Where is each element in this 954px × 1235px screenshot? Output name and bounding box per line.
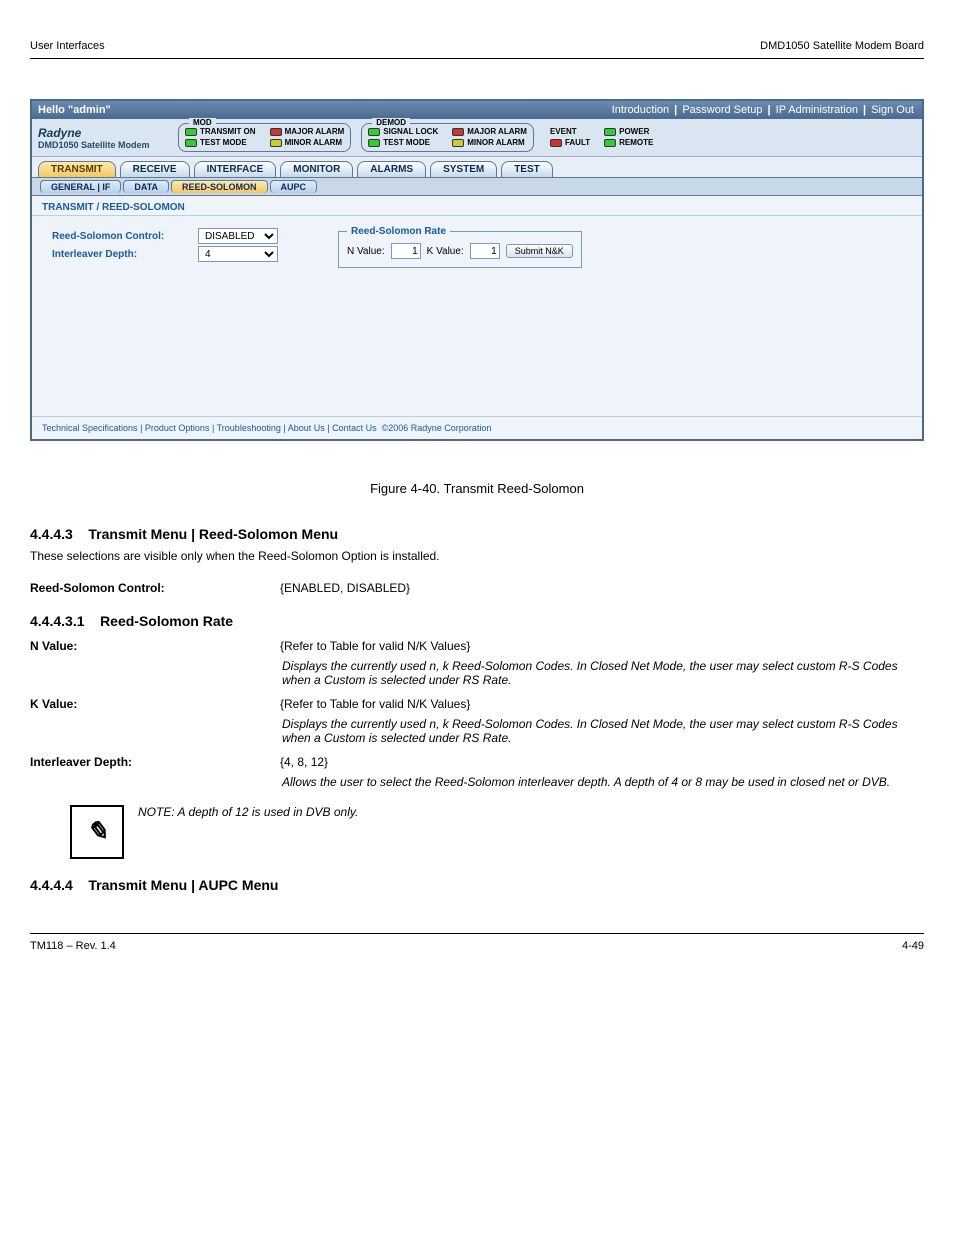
figure-caption: Figure 4-40. Transmit Reed-Solomon <box>30 481 924 496</box>
def-n-value: N Value: {Refer to Table for valid N/K V… <box>30 639 924 687</box>
top-nav-links: Introduction | Password Setup | IP Admin… <box>610 104 916 116</box>
interleaver-label: Interleaver Depth: <box>52 249 192 260</box>
sub-tabs: GENERAL | IF DATA REED-SOLOMON AUPC <box>32 177 922 196</box>
note-text: NOTE: A depth of 12 is used in DVB only. <box>138 805 358 819</box>
mod-status-group: MOD TRANSMIT ON TEST MODE MAJOR ALARM MI… <box>178 123 351 152</box>
link-troubleshooting[interactable]: Troubleshooting <box>217 423 281 433</box>
brand-logo: Radyne <box>38 126 168 140</box>
fault-led <box>550 139 562 147</box>
n-value-input[interactable] <box>391 243 421 259</box>
link-about-us[interactable]: About Us <box>288 423 325 433</box>
rs-rate-fieldset: Reed-Solomon Rate N Value: K Value: Subm… <box>338 226 582 268</box>
demod-major-alarm-led <box>452 128 464 136</box>
rs-control-select[interactable]: DISABLED <box>198 228 278 244</box>
logo-block: Radyne DMD1050 Satellite Modem <box>38 126 168 150</box>
signal-lock-led <box>368 128 380 136</box>
tab-system[interactable]: SYSTEM <box>430 161 497 177</box>
content-title: TRANSMIT / REED-SOLOMON <box>32 196 922 216</box>
tab-monitor[interactable]: MONITOR <box>280 161 353 177</box>
power-led <box>604 128 616 136</box>
model-label: DMD1050 Satellite Modem <box>38 140 168 150</box>
demod-test-mode-led <box>368 139 380 147</box>
header-left: User Interfaces <box>30 40 105 52</box>
mod-minor-alarm-led <box>270 139 282 147</box>
section-4-4-4-3-1: 4.4.4.3.1 Reed-Solomon Rate <box>30 613 924 629</box>
link-ip-administration[interactable]: IP Administration <box>776 104 858 116</box>
link-contact-us[interactable]: Contact Us <box>332 423 377 433</box>
main-tabs: TRANSMIT RECEIVE INTERFACE MONITOR ALARM… <box>32 157 922 177</box>
content-area: Reed-Solomon Control: DISABLED Interleav… <box>32 216 922 416</box>
transmit-on-led <box>185 128 197 136</box>
def-interleaver: Interleaver Depth: {4, 8, 12} Allows the… <box>30 755 924 789</box>
link-product-options[interactable]: Product Options <box>145 423 210 433</box>
section-4-4-4-3: 4.4.4.3 Transmit Menu | Reed-Solomon Men… <box>30 526 924 542</box>
note-block: ✎ NOTE: A depth of 12 is used in DVB onl… <box>70 805 884 859</box>
rs-rate-legend: Reed-Solomon Rate <box>347 226 450 237</box>
tab-interface[interactable]: INTERFACE <box>194 161 277 177</box>
demod-status-group: DEMOD SIGNAL LOCK TEST MODE MAJOR ALARM … <box>361 123 534 152</box>
tab-test[interactable]: TEST <box>501 161 553 177</box>
note-icon: ✎ <box>70 805 124 859</box>
def-k-value: K Value: {Refer to Table for valid N/K V… <box>30 697 924 745</box>
title-bar: Hello "admin" Introduction | Password Se… <box>32 101 922 119</box>
footer-right: 4-49 <box>902 940 924 952</box>
mod-test-mode-led <box>185 139 197 147</box>
link-password-setup[interactable]: Password Setup <box>682 104 762 116</box>
remote-led <box>604 139 616 147</box>
demod-title: DEMOD <box>372 118 410 127</box>
doc-footer: TM118 – Rev. 1.4 4-49 <box>30 933 924 952</box>
k-value-label: K Value: <box>427 246 464 257</box>
sys-status-group: EVENT FAULT POWER REMOTE <box>544 124 659 151</box>
subtab-aupc[interactable]: AUPC <box>270 180 318 193</box>
n-value-label: N Value: <box>347 246 385 257</box>
link-sign-out[interactable]: Sign Out <box>871 104 914 116</box>
link-introduction[interactable]: Introduction <box>612 104 669 116</box>
rs-control-label: Reed-Solomon Control: <box>52 231 192 242</box>
header-right: DMD1050 Satellite Modem Board <box>760 40 924 52</box>
app-footer-links: Technical Specifications | Product Optio… <box>32 416 922 439</box>
app-window: Hello "admin" Introduction | Password Se… <box>30 99 924 441</box>
subtab-reed-solomon[interactable]: REED-SOLOMON <box>171 180 268 193</box>
k-value-input[interactable] <box>470 243 500 259</box>
copyright-text: ©2006 Radyne Corporation <box>382 423 492 433</box>
subtab-general-if[interactable]: GENERAL | IF <box>40 180 121 193</box>
def-rs-control: Reed-Solomon Control: {ENABLED, DISABLED… <box>30 581 924 595</box>
status-bar: Radyne DMD1050 Satellite Modem MOD TRANS… <box>32 119 922 157</box>
tab-receive[interactable]: RECEIVE <box>120 161 190 177</box>
section-4-4-4-4: 4.4.4.4 Transmit Menu | AUPC Menu <box>30 877 924 893</box>
submit-nk-button[interactable]: Submit N&K <box>506 244 573 258</box>
section-4-4-4-3-para: These selections are visible only when t… <box>30 548 924 565</box>
footer-left: TM118 – Rev. 1.4 <box>30 940 116 952</box>
greeting-text: Hello "admin" <box>38 104 111 116</box>
mod-title: MOD <box>189 118 216 127</box>
mod-major-alarm-led <box>270 128 282 136</box>
interleaver-select[interactable]: 4 <box>198 246 278 262</box>
subtab-data[interactable]: DATA <box>123 180 169 193</box>
link-tech-specs[interactable]: Technical Specifications <box>42 423 138 433</box>
demod-minor-alarm-led <box>452 139 464 147</box>
tab-alarms[interactable]: ALARMS <box>357 161 426 177</box>
doc-header: User Interfaces DMD1050 Satellite Modem … <box>30 40 924 59</box>
tab-transmit[interactable]: TRANSMIT <box>38 161 116 177</box>
